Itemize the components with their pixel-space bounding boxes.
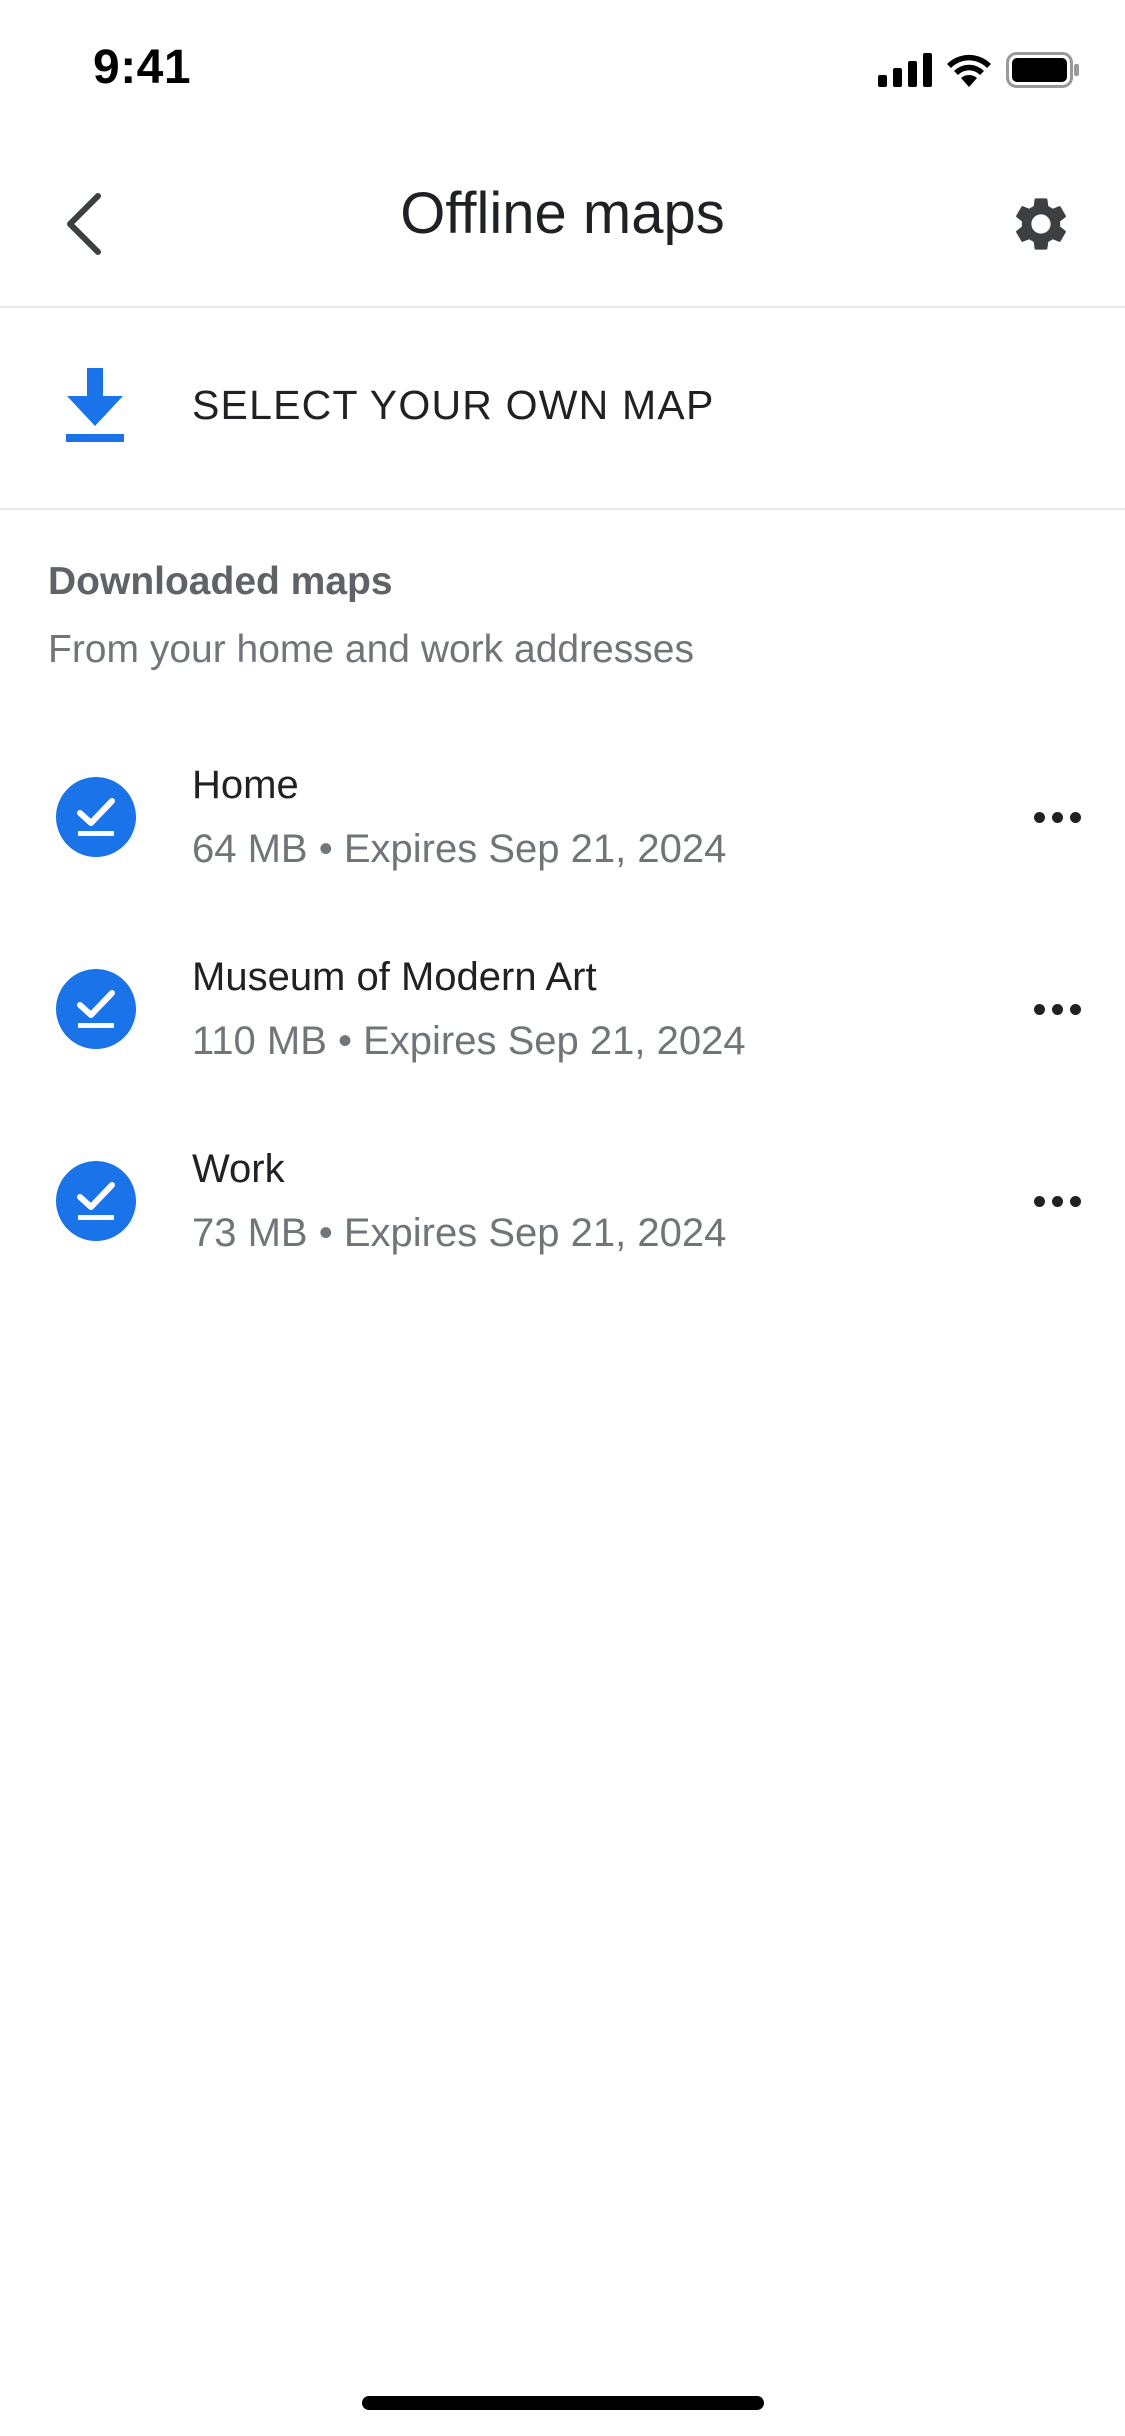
map-meta: 73 MB • Expires Sep 21, 2024 bbox=[192, 1211, 727, 1255]
more-options-button[interactable] bbox=[1017, 1161, 1097, 1241]
more-options-button[interactable] bbox=[1017, 777, 1097, 857]
map-item-museum[interactable]: Museum of Modern Art 110 MB • Expires Se… bbox=[0, 917, 1125, 1107]
map-meta: 64 MB • Expires Sep 21, 2024 bbox=[192, 827, 727, 871]
downloaded-check-icon bbox=[56, 1161, 136, 1241]
more-horizontal-icon bbox=[1033, 1195, 1045, 1207]
wifi-icon bbox=[947, 54, 991, 87]
more-horizontal-icon bbox=[1033, 811, 1045, 823]
more-dot bbox=[1069, 1003, 1081, 1015]
downloaded-check-icon bbox=[56, 969, 136, 1049]
settings-button[interactable] bbox=[993, 176, 1089, 272]
offline-maps-screen: 9:41 Offline maps SELECT YOUR OWN MAP Do… bbox=[0, 0, 1125, 2436]
battery-icon bbox=[1006, 52, 1079, 88]
map-name: Home bbox=[192, 763, 299, 807]
select-own-map-button[interactable]: SELECT YOUR OWN MAP bbox=[0, 310, 1125, 510]
more-horizontal-icon bbox=[1033, 1003, 1045, 1015]
status-icons bbox=[878, 50, 1080, 90]
download-icon bbox=[66, 368, 124, 442]
app-header: Offline maps bbox=[0, 140, 1125, 308]
more-dot bbox=[1051, 1195, 1063, 1207]
more-options-button[interactable] bbox=[1017, 969, 1097, 1049]
map-item-home[interactable]: Home 64 MB • Expires Sep 21, 2024 bbox=[0, 725, 1125, 915]
gear-icon bbox=[1016, 198, 1066, 250]
status-time: 9:41 bbox=[93, 41, 192, 94]
signal-icon bbox=[878, 53, 932, 87]
map-meta: 110 MB • Expires Sep 21, 2024 bbox=[192, 1019, 746, 1063]
more-dot bbox=[1051, 1003, 1063, 1015]
home-indicator[interactable] bbox=[362, 2396, 764, 2410]
map-name: Museum of Modern Art bbox=[192, 955, 597, 999]
map-name: Work bbox=[192, 1147, 285, 1191]
map-item-work[interactable]: Work 73 MB • Expires Sep 21, 2024 bbox=[0, 1109, 1125, 1299]
section-subtitle: From your home and work addresses bbox=[48, 628, 694, 671]
more-dot bbox=[1051, 811, 1063, 823]
more-dot bbox=[1069, 1195, 1081, 1207]
section-title: Downloaded maps bbox=[48, 560, 393, 603]
select-own-map-label: SELECT YOUR OWN MAP bbox=[192, 382, 715, 428]
downloaded-check-icon bbox=[56, 777, 136, 857]
page-title: Offline maps bbox=[400, 181, 725, 246]
more-dot bbox=[1069, 811, 1081, 823]
status-bar: 9:41 bbox=[0, 0, 1125, 140]
